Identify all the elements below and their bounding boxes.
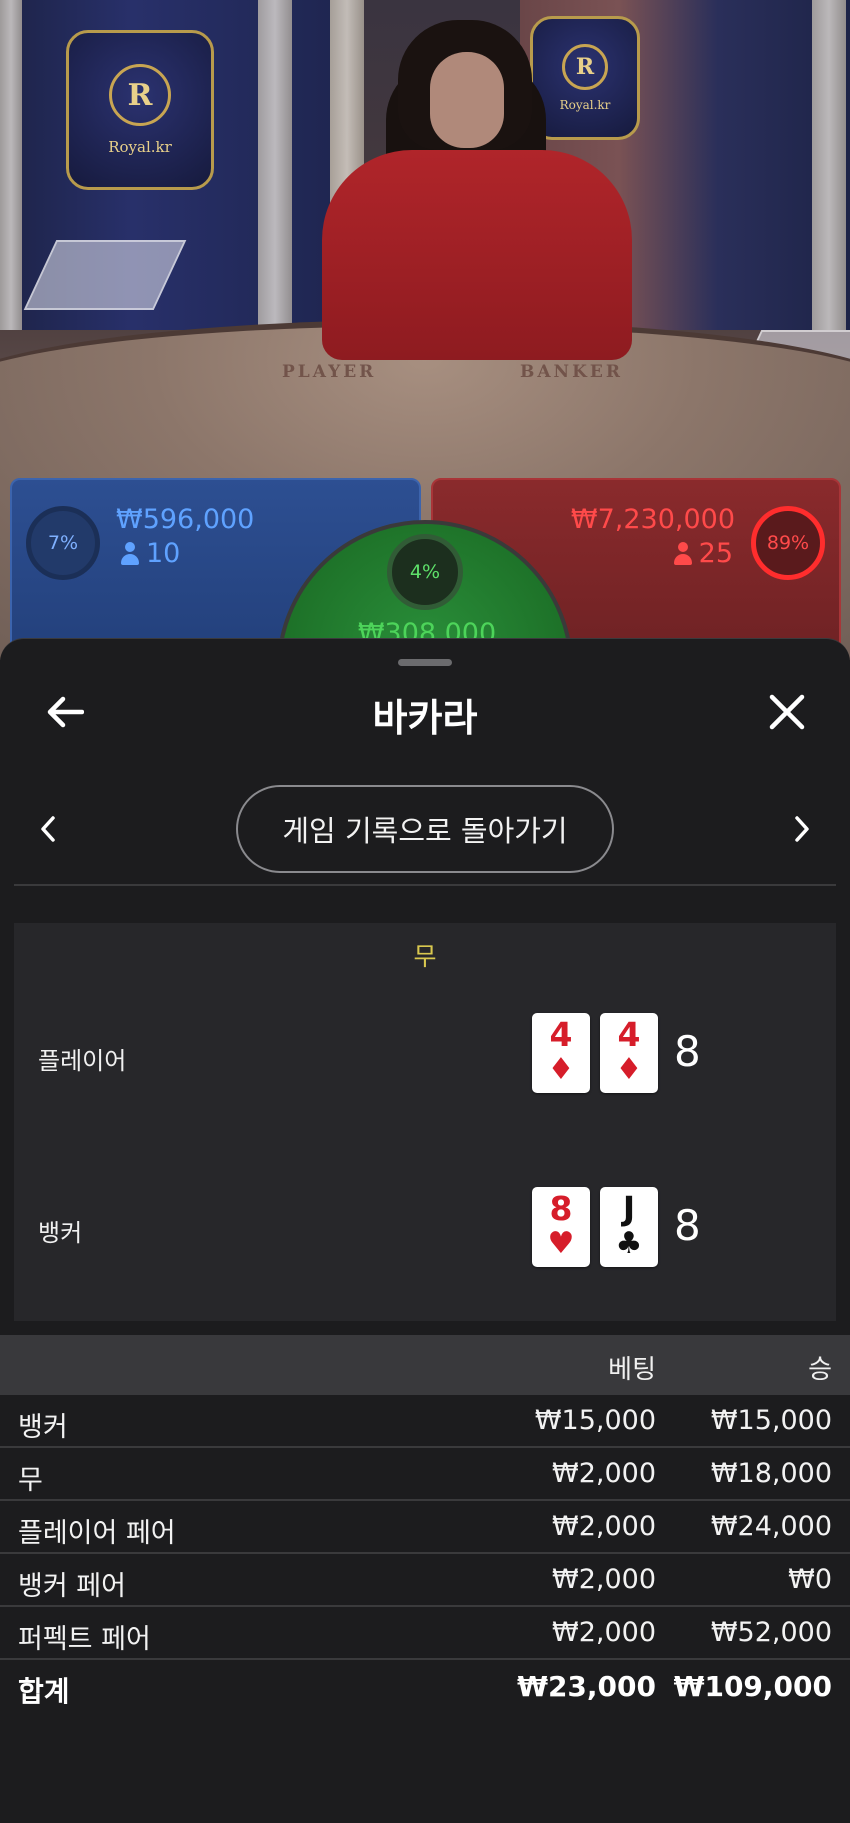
win-amount: ₩52,000 xyxy=(710,1617,832,1648)
game-history-sheet: 바카라 게임 기록으로 돌아가기 무 플레이어 4 ♦ 4 ♦ 8 뱅커 8 ♥… xyxy=(0,638,850,1823)
diamond-suit-icon: ♦ xyxy=(615,1052,643,1087)
player-hand-label: 플레이어 xyxy=(38,1047,127,1075)
round-result-card: 무 플레이어 4 ♦ 4 ♦ 8 뱅커 8 ♥ J ♣ 8 xyxy=(14,923,836,1321)
table-header: 베팅 승 xyxy=(0,1335,850,1395)
player-bettor-count: 10 xyxy=(120,538,180,569)
diamond-suit-icon: ♦ xyxy=(547,1052,575,1087)
plaque-text: Royal.kr xyxy=(108,138,172,156)
banker-count-value: 25 xyxy=(698,538,733,569)
bet-amount: ₩2,000 xyxy=(552,1564,656,1595)
app-screen: { "colors": { "player": "#2d4f92", "bank… xyxy=(0,0,850,1823)
pillar xyxy=(258,0,292,330)
dealer-face xyxy=(430,52,504,148)
chevron-left-icon[interactable] xyxy=(28,809,68,849)
win-amount: ₩24,000 xyxy=(710,1511,832,1542)
table-row: 퍼펙트 페어 ₩2,000 ₩52,000 xyxy=(0,1607,850,1660)
plaque-text: Royal.kr xyxy=(559,98,611,112)
total-bet-amount: ₩23,000 xyxy=(517,1670,656,1703)
royal-logo-plaque-left: R Royal.kr xyxy=(66,30,214,190)
felt-label-banker: BANKER xyxy=(520,362,623,382)
win-amount: ₩0 xyxy=(788,1564,832,1595)
player-hand-total: 8 xyxy=(674,1027,701,1076)
bet-amount: ₩2,000 xyxy=(552,1617,656,1648)
banker-percent-ring: 89% xyxy=(751,506,825,580)
bet-type: 퍼펙트 페어 xyxy=(18,1624,151,1655)
banker-percent: 89% xyxy=(766,532,810,554)
banker-cards: 8 ♥ J ♣ xyxy=(532,1187,658,1267)
club-suit-icon: ♣ xyxy=(615,1226,643,1261)
pillar xyxy=(812,0,846,330)
dealer-body xyxy=(322,150,632,360)
heart-suit-icon: ♥ xyxy=(547,1226,575,1261)
bet-type: 뱅커 xyxy=(18,1412,68,1443)
bet-amount: ₩15,000 xyxy=(534,1405,656,1436)
table-total-row: 합계 ₩23,000 ₩109,000 xyxy=(0,1660,850,1713)
column-header-bet: 베팅 xyxy=(608,1355,656,1385)
banker-hand-label: 뱅커 xyxy=(38,1219,83,1247)
player-total-amount: ₩596,000 xyxy=(116,504,255,535)
tie-percent-ring: 4% xyxy=(387,534,463,610)
total-label: 합계 xyxy=(18,1675,70,1708)
playing-card: J ♣ xyxy=(600,1187,658,1267)
card-rank: 4 xyxy=(549,1015,573,1054)
user-icon xyxy=(120,541,140,566)
win-amount: ₩18,000 xyxy=(710,1458,832,1489)
player-cards: 4 ♦ 4 ♦ xyxy=(532,1013,658,1093)
player-percent: 7% xyxy=(47,532,79,554)
pillar xyxy=(0,0,22,330)
close-icon[interactable] xyxy=(760,685,814,739)
back-to-game-history-button[interactable]: 게임 기록으로 돌아가기 xyxy=(236,785,614,873)
bet-type: 뱅커 페어 xyxy=(18,1571,126,1602)
bet-amount: ₩2,000 xyxy=(552,1458,656,1489)
win-amount: ₩15,000 xyxy=(710,1405,832,1436)
player-count-value: 10 xyxy=(146,538,181,569)
bet-breakdown-table: 베팅 승 뱅커 ₩15,000 ₩15,000 무 ₩2,000 ₩18,000… xyxy=(0,1335,850,1713)
royal-monogram: R xyxy=(109,64,171,126)
royal-logo-plaque-right: R Royal.kr xyxy=(530,16,640,140)
column-header-win: 승 xyxy=(808,1355,832,1385)
card-rank: 4 xyxy=(617,1015,641,1054)
chevron-right-icon[interactable] xyxy=(782,809,822,849)
banker-bettor-count: 25 xyxy=(673,538,733,569)
bet-type: 무 xyxy=(18,1465,43,1496)
playing-card: 4 ♦ xyxy=(600,1013,658,1093)
table-row: 뱅커 페어 ₩2,000 ₩0 xyxy=(0,1554,850,1607)
bet-amount: ₩2,000 xyxy=(552,1511,656,1542)
felt-label-player: PLAYER xyxy=(282,362,377,382)
table-row: 플레이어 페어 ₩2,000 ₩24,000 xyxy=(0,1501,850,1554)
round-outcome: 무 xyxy=(413,942,437,971)
table-row: 무 ₩2,000 ₩18,000 xyxy=(0,1448,850,1501)
player-percent-ring: 7% xyxy=(26,506,100,580)
playing-card: 8 ♥ xyxy=(532,1187,590,1267)
user-icon xyxy=(673,541,693,566)
card-rank: 8 xyxy=(549,1189,573,1228)
banker-total-amount: ₩7,230,000 xyxy=(570,504,735,535)
tie-percent: 4% xyxy=(409,561,441,583)
bet-type: 플레이어 페어 xyxy=(18,1518,176,1549)
total-win-amount: ₩109,000 xyxy=(673,1670,832,1703)
banker-hand-total: 8 xyxy=(674,1201,701,1250)
card-rank: J xyxy=(622,1189,636,1228)
sheet-drag-handle[interactable] xyxy=(398,659,452,666)
royal-monogram: R xyxy=(562,44,608,90)
live-video-stream: R Royal.kr R Royal.kr PLAYER BANKER 7% ₩… xyxy=(0,0,850,660)
sheet-title: 바카라 xyxy=(372,696,478,740)
divider xyxy=(14,884,836,886)
table-row: 뱅커 ₩15,000 ₩15,000 xyxy=(0,1395,850,1448)
playing-card: 4 ♦ xyxy=(532,1013,590,1093)
